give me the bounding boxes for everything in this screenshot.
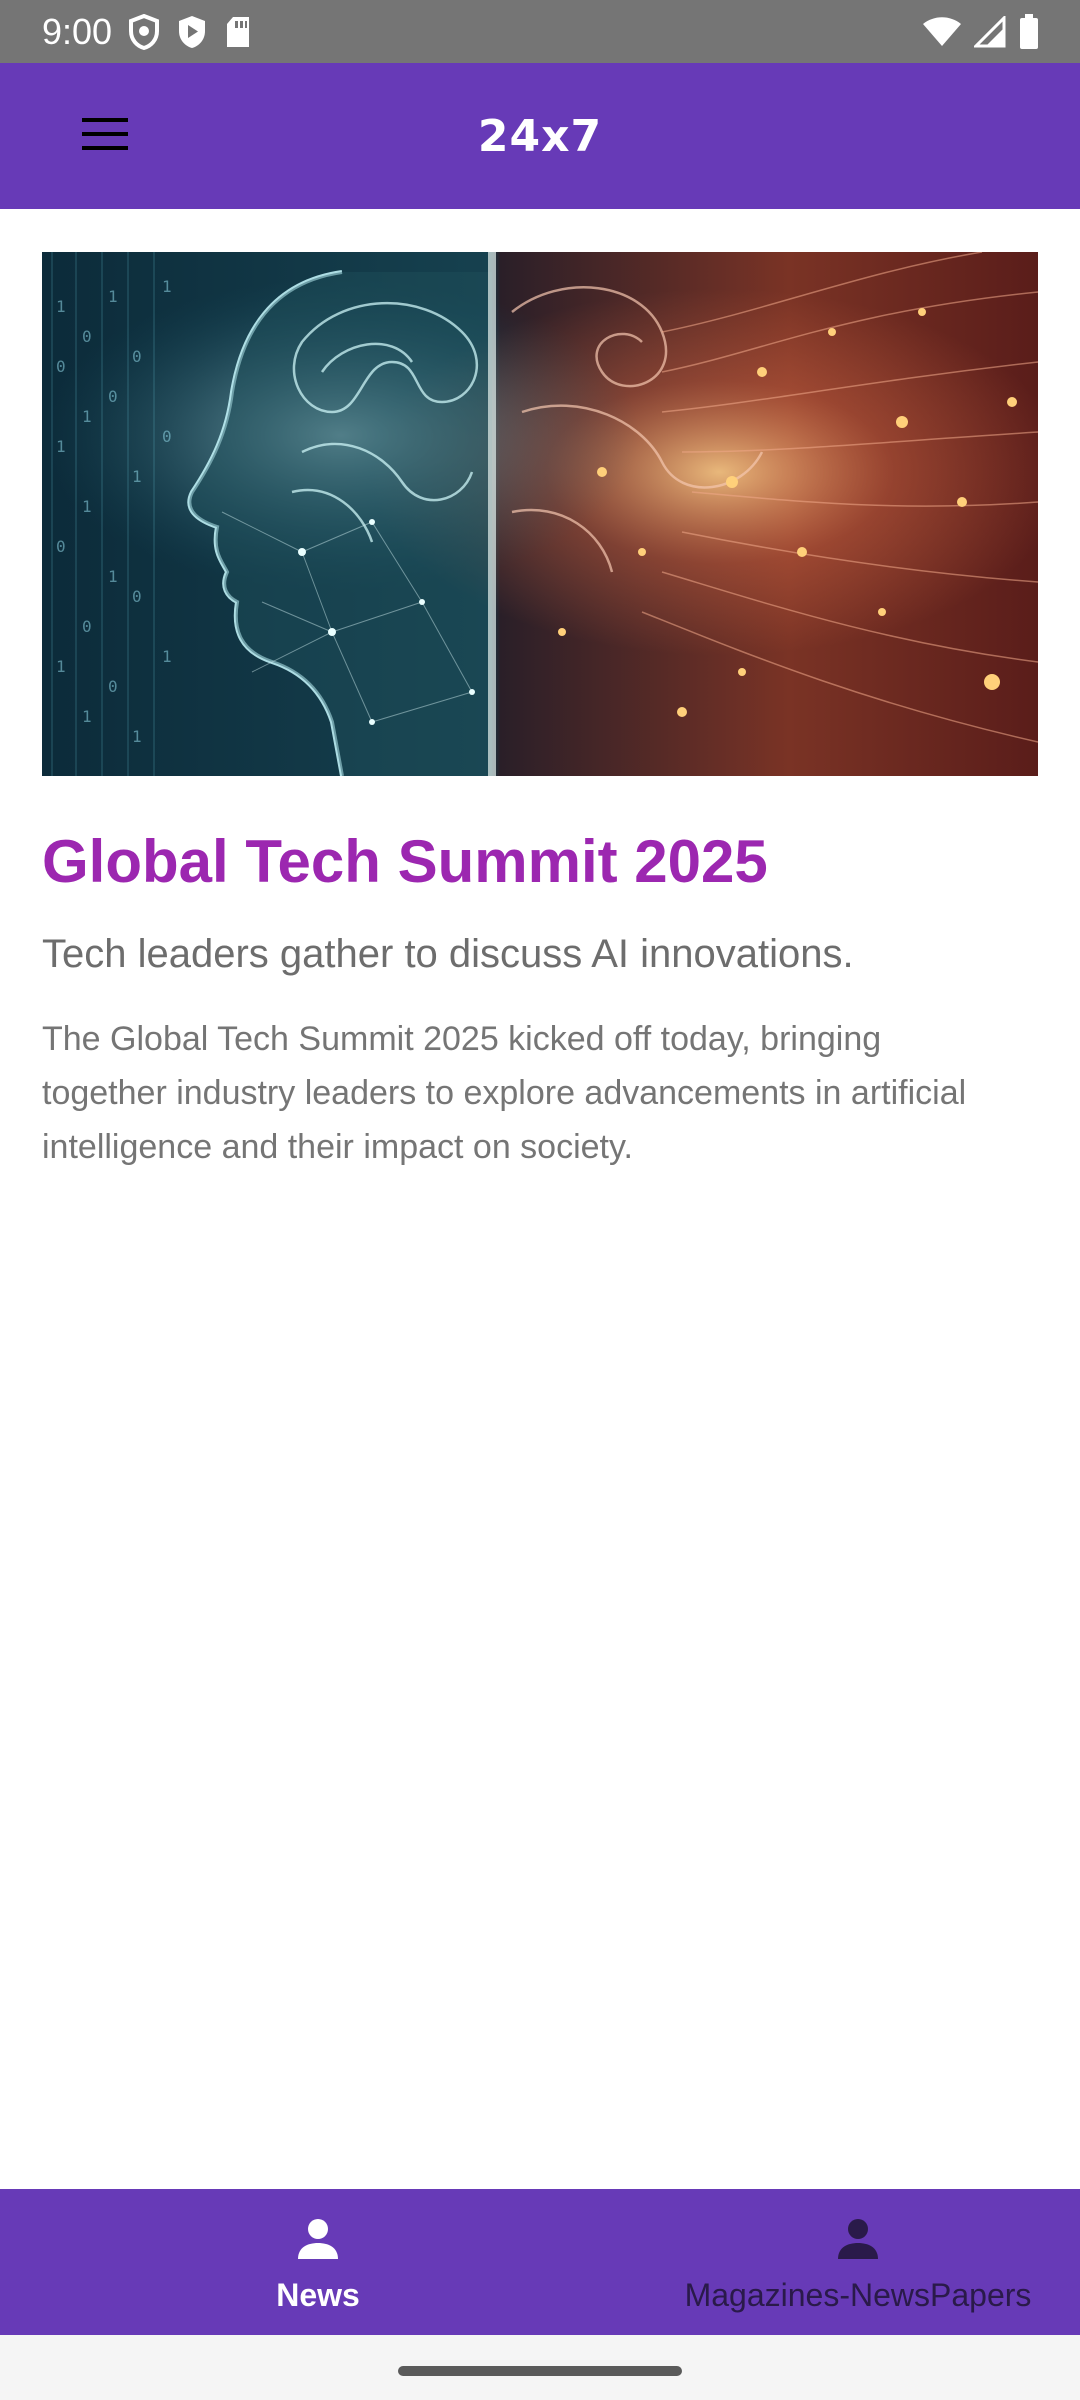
- status-time: 9:00: [42, 10, 113, 52]
- svg-text:1: 1: [108, 287, 118, 306]
- svg-text:1: 1: [56, 297, 66, 316]
- svg-text:0: 0: [56, 357, 66, 376]
- svg-text:1: 1: [56, 437, 66, 456]
- gesture-navigation-bar: [0, 2335, 1080, 2400]
- svg-text:0: 0: [108, 387, 118, 406]
- svg-text:0: 0: [82, 617, 92, 636]
- status-left: 9:00: [42, 11, 252, 53]
- article-title: Global Tech Summit 2025: [42, 828, 768, 895]
- menu-button[interactable]: [62, 105, 148, 167]
- nav-label-news: News: [276, 2276, 360, 2313]
- home-gesture-handle[interactable]: [398, 2366, 682, 2376]
- article-subtitle: Tech leaders gather to discuss AI innova…: [42, 932, 854, 976]
- svg-text:0: 0: [56, 537, 66, 556]
- signal-icon: [974, 15, 1006, 48]
- wifi-icon: [922, 16, 962, 48]
- app-title: 24x7: [477, 110, 603, 162]
- sd-card-icon: [224, 15, 252, 49]
- shield-icon: [128, 13, 160, 50]
- svg-text:1: 1: [82, 707, 92, 726]
- svg-text:0: 0: [132, 347, 142, 366]
- svg-text:0: 0: [108, 677, 118, 696]
- article-image: 10101 01101 1010 0101 101: [42, 252, 1038, 776]
- svg-text:1: 1: [82, 497, 92, 516]
- play-protect-icon: [176, 14, 208, 50]
- article-body: The Global Tech Summit 2025 kicked off t…: [42, 1020, 967, 1166]
- nav-label-magazines-newspapers: Magazines-NewsPapers: [684, 2276, 1032, 2313]
- person-icon: [294, 2211, 342, 2267]
- svg-text:1: 1: [132, 727, 142, 746]
- person-icon: [834, 2211, 882, 2267]
- svg-text:0: 0: [82, 327, 92, 346]
- battery-icon: [1018, 13, 1040, 50]
- hamburger-menu-icon: [80, 116, 130, 157]
- svg-text:1: 1: [132, 467, 142, 486]
- nav-item-news[interactable]: News: [0, 2189, 636, 2335]
- article-card[interactable]: 10101 01101 1010 0101 101 Global Tech Su…: [42, 252, 1038, 1174]
- svg-text:1: 1: [82, 407, 92, 426]
- svg-text:0: 0: [132, 587, 142, 606]
- bottom-navigation: News Magazines-NewsPapers: [0, 2189, 1080, 2335]
- svg-text:1: 1: [108, 567, 118, 586]
- status-bar: 9:00: [0, 0, 1080, 63]
- nav-item-magazines-newspapers[interactable]: Magazines-NewsPapers: [636, 2189, 1080, 2335]
- svg-text:1: 1: [162, 277, 172, 296]
- svg-text:0: 0: [162, 427, 172, 446]
- app-bar: 24x7: [0, 63, 1080, 209]
- svg-text:1: 1: [56, 657, 66, 676]
- svg-text:1: 1: [162, 647, 172, 666]
- status-right: [922, 13, 1040, 50]
